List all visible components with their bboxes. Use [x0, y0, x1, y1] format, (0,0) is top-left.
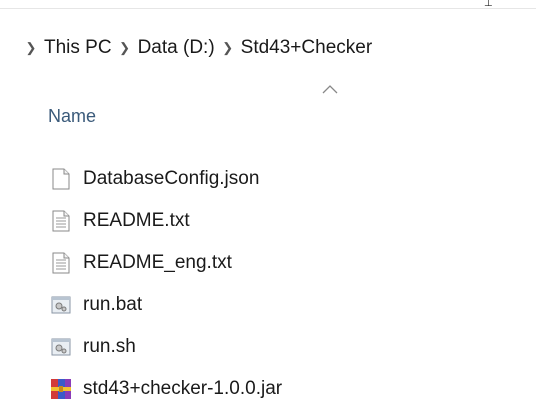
file-name: README_eng.txt — [83, 252, 232, 273]
breadcrumb-item-this-pc[interactable]: This PC — [44, 37, 112, 59]
file-row-jar[interactable]: std43+checker-1.0.0.jar — [42, 368, 462, 402]
sort-ascending-icon — [322, 85, 338, 94]
mouse-cursor-icon: ⊥ — [484, 0, 493, 9]
file-row-run-sh[interactable]: run.sh — [42, 326, 462, 368]
batch-file-icon — [50, 293, 72, 317]
blank-file-icon — [50, 167, 72, 191]
breadcrumb-item-current-folder[interactable]: Std43+Checker — [241, 37, 373, 59]
file-name: std43+checker-1.0.0.jar — [83, 378, 283, 399]
file-explorer-window: ⊥ ❯ This PC ❯ Data (D:) ❯ Std43+Checker … — [0, 0, 536, 402]
file-name: run.sh — [83, 336, 136, 357]
breadcrumb-chevron-icon[interactable]: ❯ — [22, 40, 40, 56]
breadcrumb-chevron-icon[interactable]: ❯ — [219, 40, 237, 56]
text-file-icon — [50, 251, 72, 275]
ribbon-edge — [0, 0, 536, 9]
text-file-icon — [50, 209, 72, 233]
file-row-run-bat[interactable]: run.bat — [42, 284, 462, 326]
file-name: README.txt — [83, 210, 190, 231]
file-row-databaseconfig[interactable]: DatabaseConfig.json — [42, 158, 462, 200]
file-name: DatabaseConfig.json — [83, 168, 260, 189]
file-row-readme[interactable]: README.txt — [42, 200, 462, 242]
breadcrumb-chevron-icon[interactable]: ❯ — [116, 40, 134, 56]
file-row-readme-eng[interactable]: README_eng.txt — [42, 242, 462, 284]
archive-icon — [50, 377, 72, 401]
file-name: run.bat — [83, 294, 143, 315]
batch-file-icon — [50, 335, 72, 359]
name-column-header[interactable]: Name — [48, 98, 96, 134]
breadcrumb: ❯ This PC ❯ Data (D:) ❯ Std43+Checker — [22, 30, 373, 66]
file-list: DatabaseConfig.json README.txt README_en… — [42, 158, 462, 402]
breadcrumb-item-data-drive[interactable]: Data (D:) — [138, 37, 215, 59]
